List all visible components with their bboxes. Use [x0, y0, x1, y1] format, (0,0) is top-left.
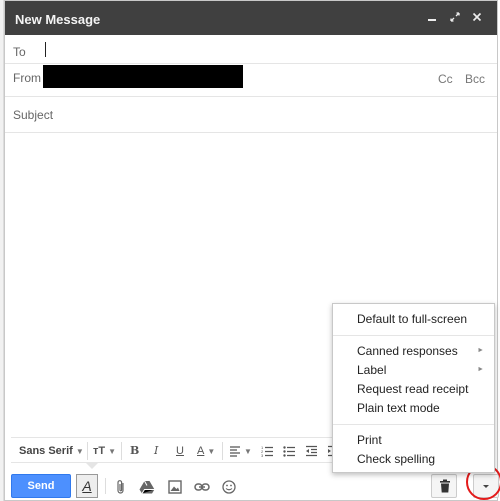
paperclip-icon: [117, 480, 124, 494]
minimize-button[interactable]: [423, 9, 441, 27]
toolbar-divider: [87, 442, 88, 460]
bcc-link[interactable]: Bcc: [465, 72, 485, 86]
insert-link-button[interactable]: [191, 475, 213, 497]
align-icon: [230, 446, 240, 457]
formatting-options-button[interactable]: A: [76, 474, 98, 498]
to-label: To: [13, 45, 26, 59]
align-button[interactable]: ▼: [229, 443, 252, 459]
emoji-icon: [222, 480, 236, 494]
menu-item-label: Canned responses: [357, 344, 458, 358]
to-field[interactable]: To: [5, 35, 497, 64]
submenu-arrow-icon: ►: [477, 347, 484, 354]
from-address-redacted: [43, 65, 243, 88]
insert-photo-button[interactable]: [164, 475, 186, 497]
svg-text:3: 3: [261, 453, 264, 457]
formatting-toolbar: Sans Serif ▼ тT ▼ B I U A ▼ ▼ 1 2 3: [11, 437, 351, 463]
indent-less-button[interactable]: [305, 443, 318, 459]
menu-divider: [333, 424, 494, 425]
italic-button[interactable]: I: [154, 443, 158, 459]
toolbar-divider: [121, 442, 122, 460]
bulleted-list-button[interactable]: [283, 443, 296, 459]
numbered-list-icon: 1 2 3: [261, 445, 273, 458]
trash-icon: [440, 479, 450, 493]
text-color-icon: A: [197, 445, 205, 457]
menu-item-default-full-screen[interactable]: Default to full-screen: [357, 310, 467, 328]
chevron-down-icon: ▼: [75, 447, 84, 456]
compose-titlebar[interactable]: New Message: [5, 1, 497, 35]
link-icon: [194, 483, 210, 492]
send-button[interactable]: Send: [11, 474, 71, 498]
insert-emoji-button[interactable]: [218, 475, 240, 497]
toolbar-divider: [222, 442, 223, 460]
text-cursor: [45, 42, 46, 57]
subject-placeholder: Subject: [13, 108, 54, 122]
attach-button[interactable]: [110, 475, 132, 497]
font-size-select[interactable]: тT ▼: [93, 443, 116, 459]
more-options-menu: Default to full-screen Canned responses …: [332, 303, 495, 473]
menu-item-check-spelling[interactable]: Check spelling: [357, 450, 435, 468]
subject-field[interactable]: Subject: [5, 97, 497, 133]
drive-button[interactable]: [136, 475, 158, 497]
indent-less-icon: [306, 445, 317, 457]
expand-icon: [450, 12, 460, 22]
from-label: From: [13, 71, 41, 85]
numbered-list-button[interactable]: 1 2 3: [261, 443, 274, 459]
close-icon: [472, 12, 482, 22]
bottom-divider: [105, 478, 106, 494]
minimize-icon: [428, 19, 436, 21]
compose-window: New Message To From Cc Bcc Subject Sans …: [4, 0, 500, 501]
bold-button[interactable]: B: [130, 443, 139, 459]
discard-draft-button[interactable]: [431, 474, 457, 498]
menu-item-label-submenu[interactable]: Label: [357, 361, 386, 379]
text-color-button[interactable]: A ▼: [197, 443, 215, 459]
compose-title: New Message: [15, 12, 101, 27]
chevron-down-icon: ▼: [207, 447, 216, 456]
menu-item-request-read-receipt[interactable]: Request read receipt: [357, 380, 468, 398]
toolbar-pointer: [85, 462, 99, 469]
menu-item-canned-responses[interactable]: Canned responses: [357, 342, 458, 360]
menu-divider: [333, 335, 494, 336]
font-select-label: Sans Serif: [19, 445, 73, 457]
drive-icon: [139, 481, 155, 495]
bulleted-list-icon: [283, 446, 295, 457]
menu-item-label: Label: [357, 363, 387, 377]
photo-icon: [168, 480, 182, 494]
submenu-arrow-icon: ►: [477, 366, 484, 373]
font-select[interactable]: Sans Serif ▼: [19, 443, 84, 459]
menu-item-plain-text-mode[interactable]: Plain text mode: [357, 399, 440, 417]
chevron-down-icon: ▼: [244, 447, 252, 456]
close-button[interactable]: [468, 9, 486, 27]
menu-item-print[interactable]: Print: [357, 431, 382, 449]
font-size-icon: тT: [93, 445, 106, 457]
cc-link[interactable]: Cc: [438, 72, 453, 86]
underline-button[interactable]: U: [176, 443, 184, 459]
expand-button[interactable]: [446, 9, 464, 27]
chevron-down-icon: ▼: [108, 447, 117, 456]
cc-bcc-links: Cc Bcc: [429, 72, 485, 86]
